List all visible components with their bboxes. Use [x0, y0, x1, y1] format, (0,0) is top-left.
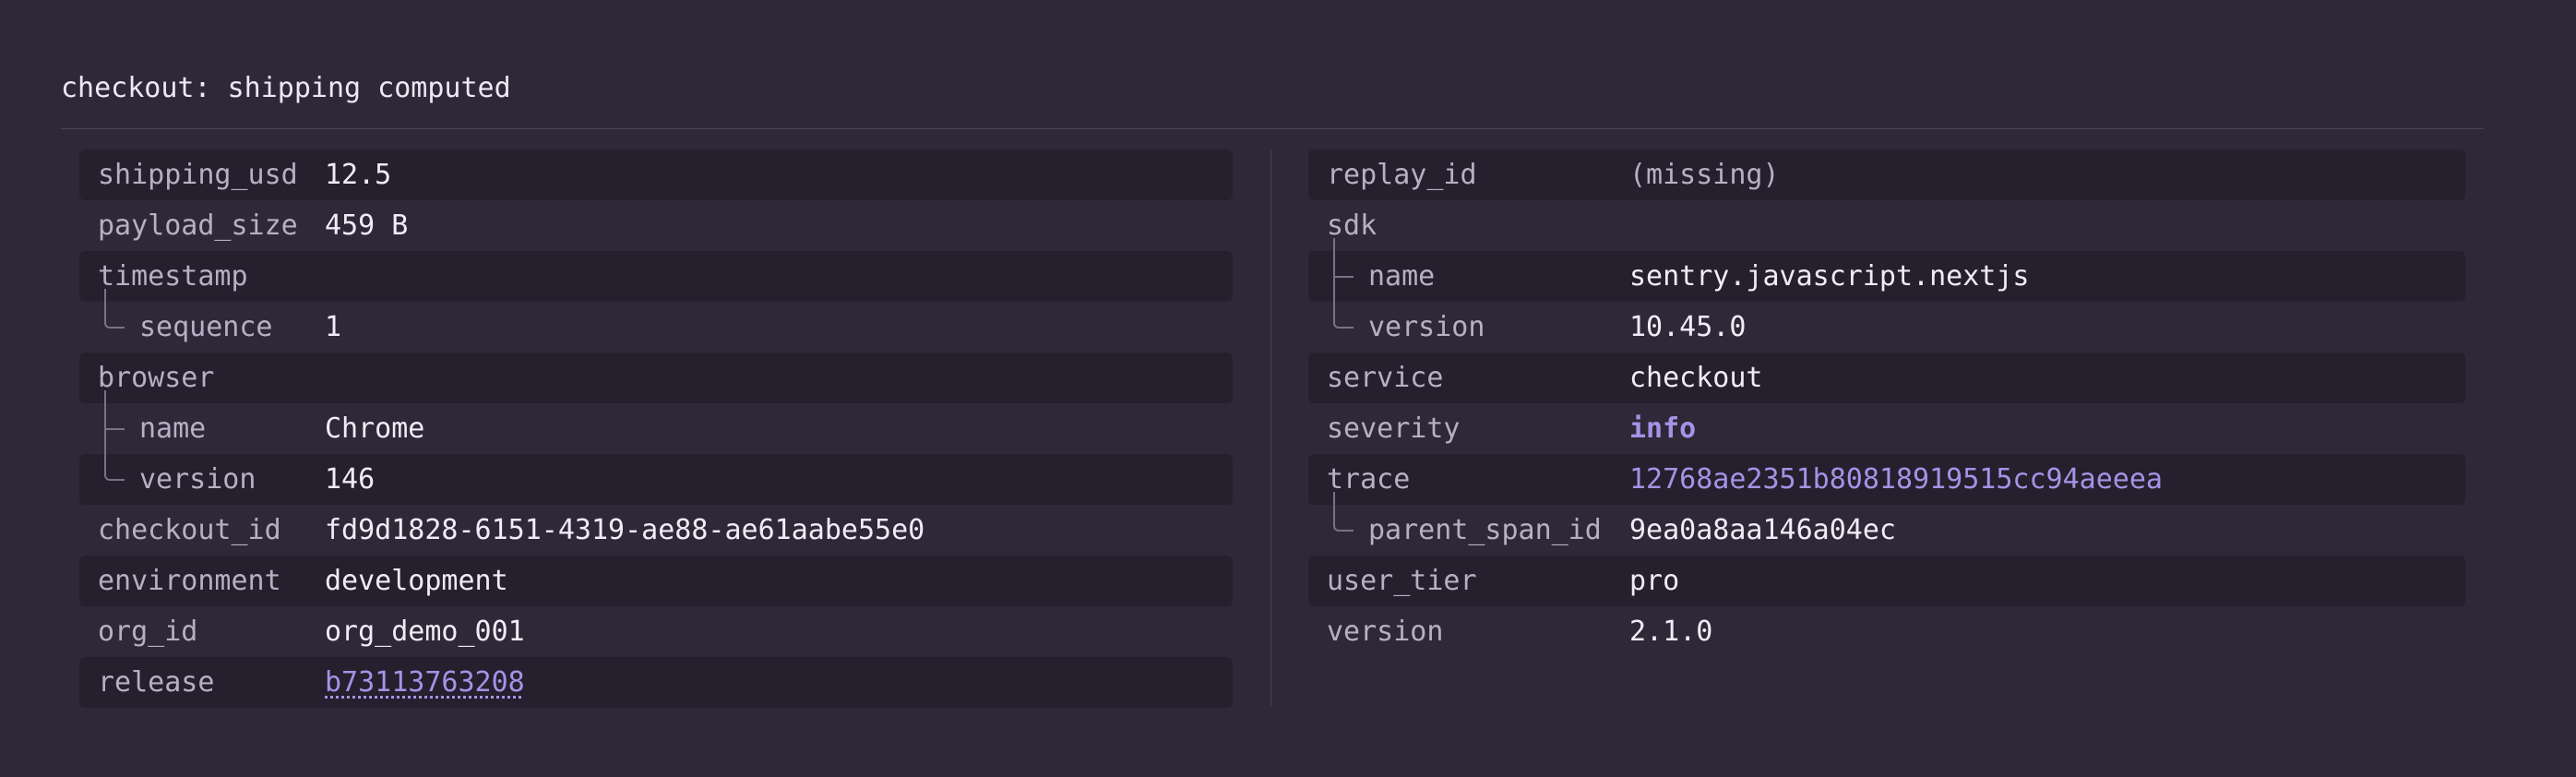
attr-row-replay-id: replay_id (missing)	[1308, 149, 2465, 200]
attr-value: (missing)	[1629, 159, 1780, 191]
attr-row-environment: environment development	[79, 556, 1233, 606]
trace-link[interactable]: 12768ae2351b80818919515cc94aeeea	[1629, 454, 2163, 505]
severity-badge: info	[1629, 412, 1697, 445]
attr-row-payload-size: payload_size 459 B	[79, 200, 1233, 251]
attr-row-trace: trace 12768ae2351b80818919515cc94aeeea	[1308, 454, 2465, 505]
tree-connector-icon	[1333, 492, 1354, 532]
attr-value: sentry.javascript.nextjs	[1629, 260, 2030, 293]
tree-connector-icon	[104, 390, 125, 454]
tree-connector-icon	[104, 454, 125, 481]
attr-value: Chrome	[325, 412, 425, 445]
attr-key: version	[1327, 616, 1444, 648]
attr-row-browser-name: name Chrome	[79, 390, 1233, 454]
attr-row-org-id: org_id org_demo_001	[79, 606, 1233, 657]
attr-row-timestamp: timestamp	[79, 251, 1233, 302]
attr-value: development	[325, 565, 508, 597]
attr-key: version	[1368, 311, 1485, 343]
tree-connector-icon	[1333, 238, 1354, 302]
attr-value: 146	[325, 463, 376, 496]
column-divider	[1270, 149, 1271, 707]
attr-value: fd9d1828-6151-4319-ae88-ae61aabe55e0	[325, 514, 925, 546]
attr-key: version	[139, 463, 256, 496]
title-divider	[61, 128, 2484, 129]
attr-value: 10.45.0	[1629, 311, 1747, 343]
attr-row-browser-version: version 146	[79, 454, 1233, 505]
attr-value: org_demo_001	[325, 616, 525, 648]
attr-value: 2.1.0	[1629, 616, 1713, 648]
attr-key: sequence	[139, 311, 273, 343]
attr-row-parent-span-id: parent_span_id 9ea0a8aa146a04ec	[1308, 492, 2465, 556]
attr-key: name	[139, 412, 207, 445]
attr-row-service: service checkout	[1308, 353, 2465, 403]
attr-row-sdk: sdk	[1308, 200, 2465, 251]
attr-key: environment	[98, 565, 281, 597]
attr-value: 9ea0a8aa146a04ec	[1629, 514, 1896, 546]
attr-value: 1	[325, 311, 342, 343]
attr-value: 12.5	[325, 159, 392, 191]
attr-row-timestamp-sequence: sequence 1	[79, 289, 1233, 353]
attr-key: service	[1327, 362, 1444, 394]
attr-row-user-tier: user_tier pro	[1308, 556, 2465, 606]
attr-row-shipping-usd: shipping_usd 12.5	[79, 149, 1233, 200]
attr-key: release	[98, 666, 215, 699]
left-attributes-table: shipping_usd 12.5 payload_size 459 B tim…	[79, 149, 1233, 708]
attr-value: pro	[1629, 565, 1680, 597]
tree-connector-icon	[104, 289, 125, 329]
attr-key: org_id	[98, 616, 198, 648]
attr-key: severity	[1327, 412, 1461, 445]
release-link[interactable]: b73113763208	[325, 657, 525, 708]
attr-row-checkout-id: checkout_id fd9d1828-6151-4319-ae88-ae61…	[79, 505, 1233, 556]
event-title: checkout: shipping computed	[61, 72, 511, 104]
attr-key: user_tier	[1327, 565, 1477, 597]
tree-connector-icon	[1333, 302, 1354, 329]
attr-value: checkout	[1629, 362, 1763, 394]
attr-row-severity: severity info	[1308, 403, 2465, 454]
attr-key: shipping_usd	[98, 159, 298, 191]
attr-key: name	[1368, 260, 1436, 293]
attr-row-version: version 2.1.0	[1308, 606, 2465, 657]
attr-key: payload_size	[98, 209, 298, 242]
attr-row-sdk-version: version 10.45.0	[1308, 302, 2465, 353]
right-attributes-table: replay_id (missing) sdk name sentry.java…	[1308, 149, 2465, 657]
attr-row-release: release b73113763208	[79, 657, 1233, 708]
attr-key: parent_span_id	[1368, 514, 1602, 546]
attr-row-browser: browser	[79, 353, 1233, 403]
attr-row-sdk-name: name sentry.javascript.nextjs	[1308, 238, 2465, 302]
attr-key: replay_id	[1327, 159, 1477, 191]
attr-value: 459 B	[325, 209, 409, 242]
attr-key: checkout_id	[98, 514, 281, 546]
